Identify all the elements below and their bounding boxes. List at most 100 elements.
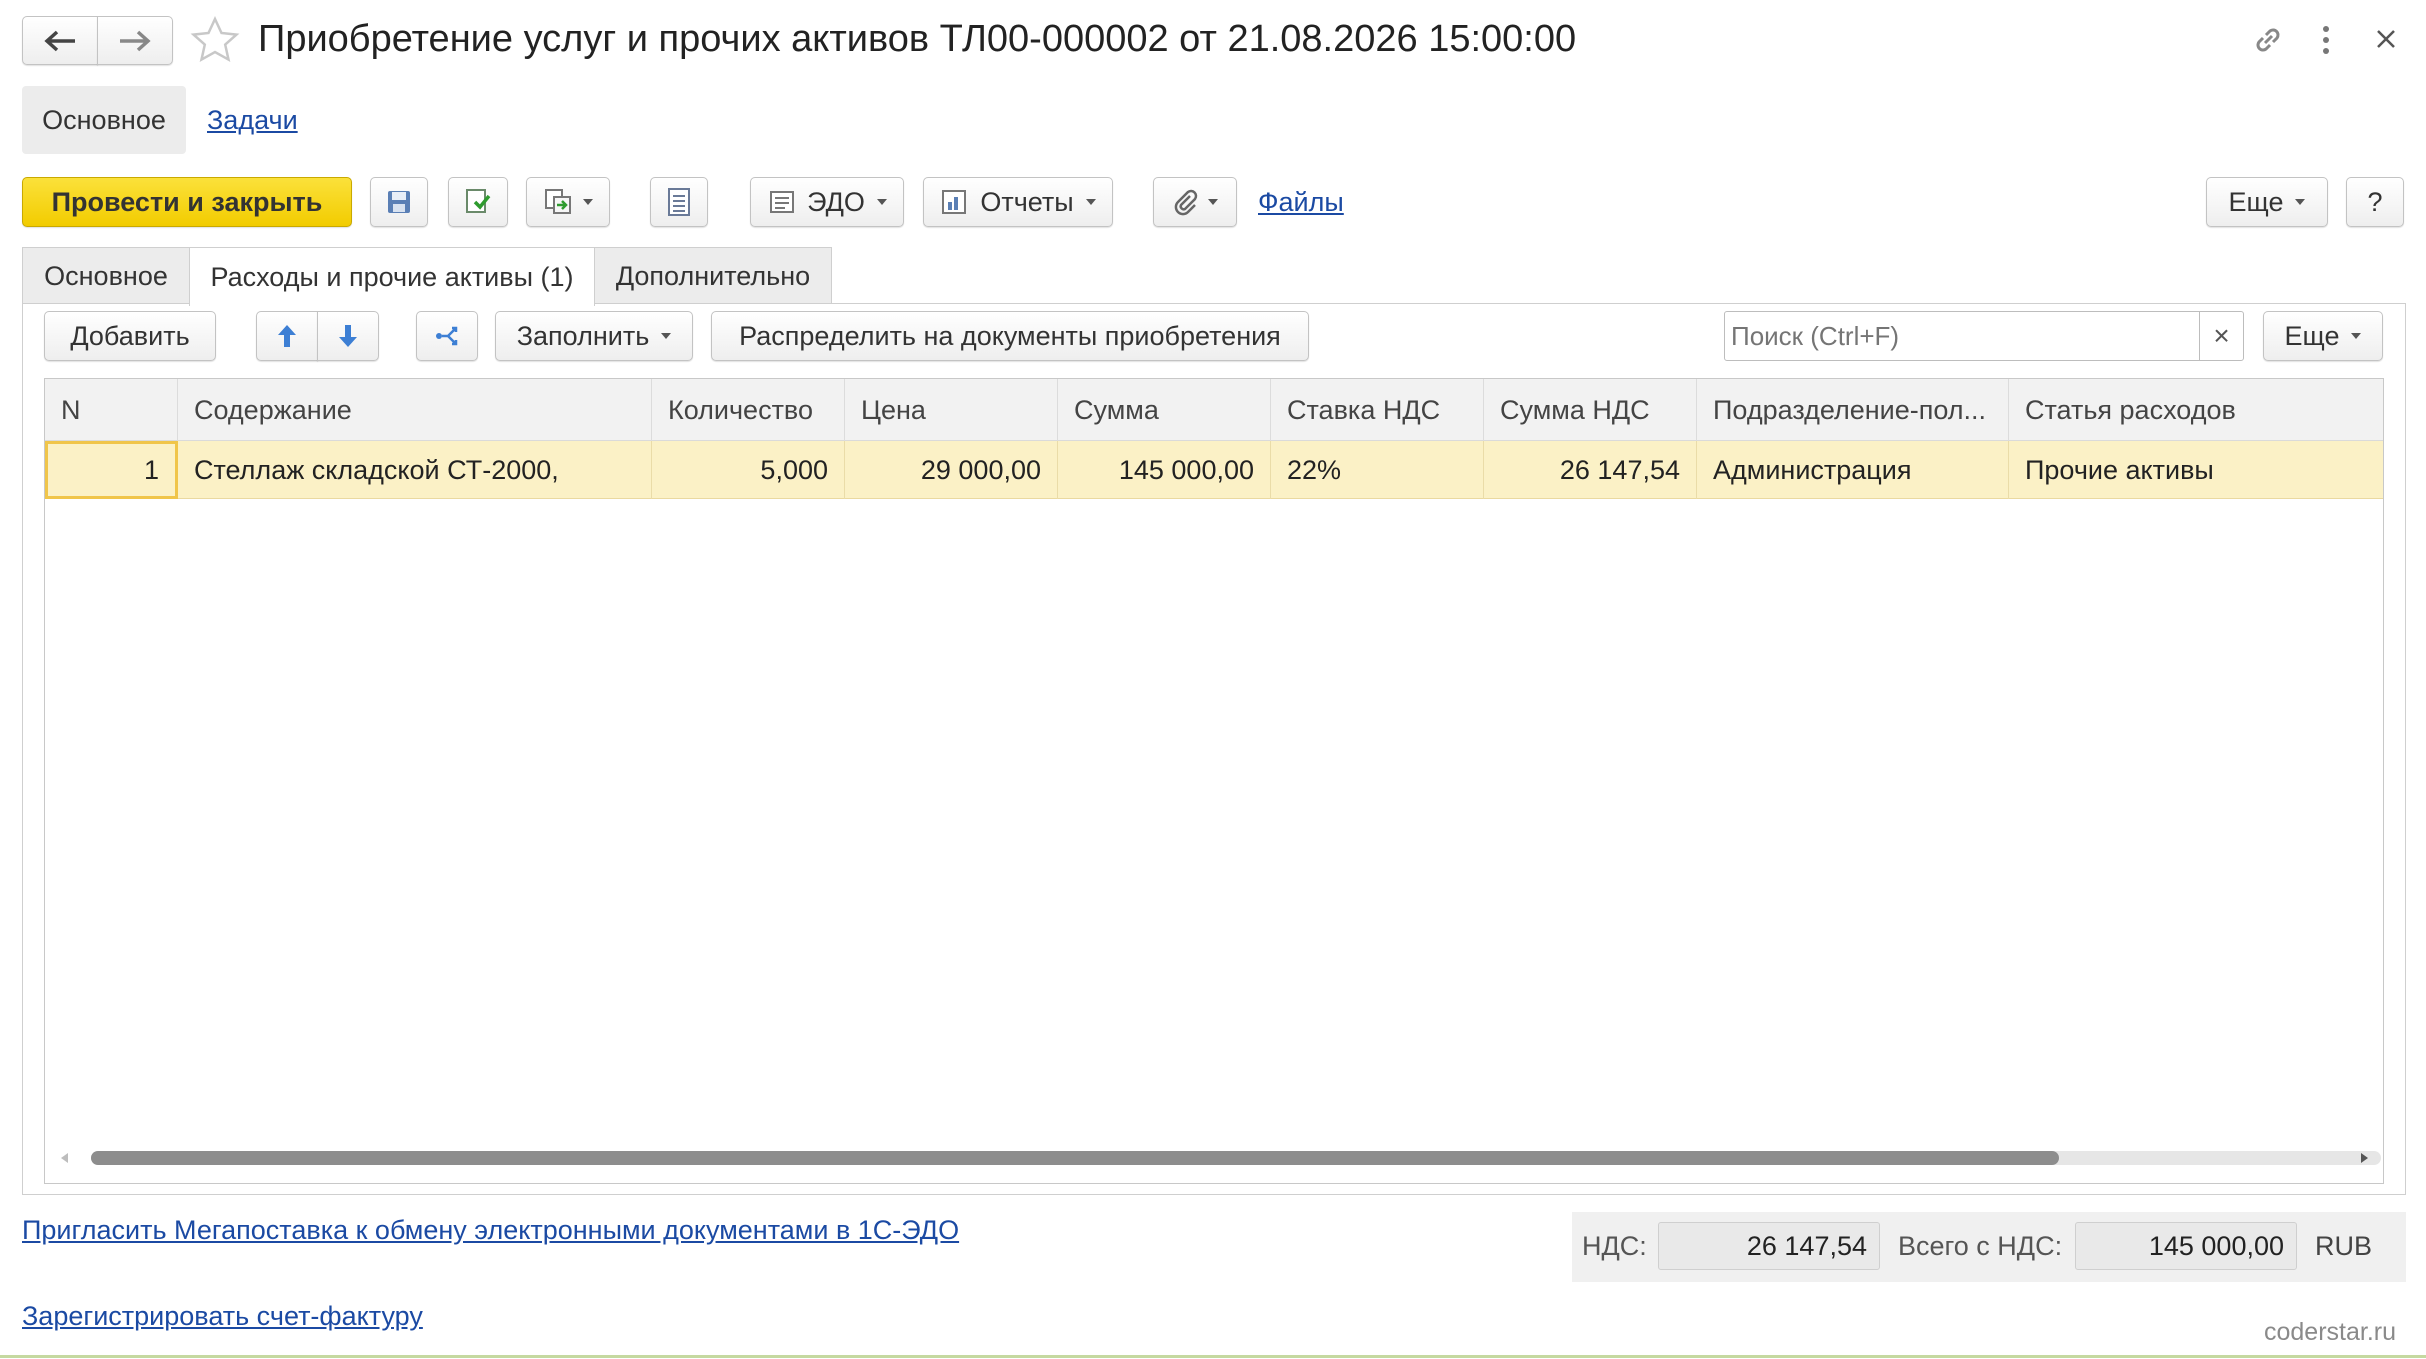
- column-header-n[interactable]: N: [45, 379, 178, 441]
- column-header-expense-item[interactable]: Статья расходов: [2009, 379, 2383, 441]
- chevron-down-icon: [876, 199, 887, 205]
- post-and-close-label: Провести и закрыть: [51, 186, 323, 217]
- table-more-label: Еще: [2284, 320, 2340, 351]
- move-down-button[interactable]: [317, 311, 379, 361]
- scroll-left-icon[interactable]: [61, 1153, 68, 1163]
- expenses-table: N Содержание Количество Цена Сумма Ставк…: [44, 378, 2384, 1184]
- distribute-label: Распределить на документы приобретения: [739, 320, 1281, 351]
- nav-tab-tasks[interactable]: Задачи: [207, 105, 298, 136]
- nav-tab-main-label: Основное: [42, 104, 166, 135]
- favorite-star-icon[interactable]: [190, 16, 240, 71]
- column-header-quantity[interactable]: Количество: [652, 379, 845, 441]
- vat-total-field: 26 147,54: [1658, 1222, 1880, 1270]
- reports-icon: [942, 190, 967, 214]
- more-vertical-icon[interactable]: [2318, 24, 2334, 63]
- window-title: Приобретение услуг и прочих активов ТЛ00…: [258, 18, 1577, 60]
- help-label: ?: [2367, 186, 2383, 217]
- column-header-department[interactable]: Подразделение-пол...: [1697, 379, 2009, 441]
- back-button[interactable]: [22, 16, 98, 65]
- column-header-price[interactable]: Цена: [845, 379, 1058, 441]
- post-and-close-button[interactable]: Провести и закрыть: [22, 177, 352, 227]
- close-icon[interactable]: [2374, 27, 2398, 58]
- search-input[interactable]: [1725, 312, 2199, 360]
- tab-expenses[interactable]: Расходы и прочие активы (1): [189, 247, 595, 306]
- nav-tab-main[interactable]: Основное: [22, 86, 186, 154]
- print-list-button[interactable]: [650, 177, 708, 227]
- search-box: ×: [1724, 311, 2244, 361]
- total-with-vat-label: Всего с НДС:: [1898, 1231, 2063, 1261]
- currency-label: RUB: [2315, 1231, 2373, 1261]
- move-up-button[interactable]: [256, 311, 318, 361]
- watermark: coderstar.ru: [2264, 1318, 2397, 1346]
- save-icon: [388, 191, 410, 213]
- arrow-left-icon: [44, 30, 75, 51]
- column-header-content[interactable]: Содержание: [178, 379, 652, 441]
- cell-vat-rate[interactable]: 22%: [1271, 441, 1484, 499]
- chevron-down-icon: [583, 199, 593, 205]
- chevron-down-icon: [1085, 199, 1096, 205]
- cell-department[interactable]: Администрация: [1697, 441, 2009, 499]
- create-based-on-button[interactable]: [526, 177, 610, 227]
- more-menu-button[interactable]: Еще: [2206, 177, 2328, 227]
- cell-content[interactable]: Стеллаж складской СТ-2000,: [178, 441, 652, 499]
- scrollbar-thumb[interactable]: [91, 1151, 2059, 1165]
- help-button[interactable]: ?: [2346, 177, 2404, 227]
- clear-icon: ×: [2213, 320, 2230, 351]
- table-row[interactable]: 1 Стеллаж складской СТ-2000, 5,000 29 00…: [45, 441, 2383, 499]
- tab-additional-label: Дополнительно: [615, 260, 811, 291]
- save-button[interactable]: [370, 177, 428, 227]
- chevron-down-icon: [2351, 333, 2362, 339]
- fill-menu-button[interactable]: Заполнить: [495, 311, 693, 361]
- edo-menu-button[interactable]: ЭДО: [750, 177, 904, 227]
- create-based-on-icon: [545, 189, 571, 214]
- cell-expense-item[interactable]: Прочие активы: [2009, 441, 2383, 499]
- tab-additional[interactable]: Дополнительно: [594, 247, 832, 304]
- cell-n[interactable]: 1: [45, 441, 178, 499]
- bottom-divider: [0, 1355, 2426, 1358]
- edo-label: ЭДО: [807, 186, 865, 217]
- cell-vat-sum[interactable]: 26 147,54: [1484, 441, 1697, 499]
- chevron-down-icon: [2295, 199, 2306, 205]
- arrow-down-icon: [339, 325, 357, 347]
- column-header-vat-rate[interactable]: Ставка НДС: [1271, 379, 1484, 441]
- register-invoice-link[interactable]: Зарегистрировать счет-фактуру: [22, 1301, 423, 1332]
- more-label: Еще: [2228, 186, 2284, 217]
- tab-main[interactable]: Основное: [22, 247, 190, 304]
- arrow-right-icon: [120, 30, 151, 51]
- cell-sum[interactable]: 145 000,00: [1058, 441, 1271, 499]
- post-document-icon: [466, 189, 491, 213]
- cell-price[interactable]: 29 000,00: [845, 441, 1058, 499]
- split-icon: [436, 326, 458, 346]
- fill-label: Заполнить: [516, 320, 650, 351]
- vat-label: НДС:: [1582, 1231, 1647, 1261]
- chevron-down-icon: [1208, 199, 1218, 205]
- cell-quantity[interactable]: 5,000: [652, 441, 845, 499]
- reports-menu-button[interactable]: Отчеты: [923, 177, 1113, 227]
- horizontal-scrollbar[interactable]: [91, 1151, 2381, 1165]
- post-button[interactable]: [448, 177, 508, 227]
- tab-main-label: Основное: [44, 260, 168, 291]
- attachments-menu-button[interactable]: [1153, 177, 1237, 227]
- document-list-icon: [668, 188, 690, 216]
- table-header: N Содержание Количество Цена Сумма Ставк…: [45, 379, 2383, 441]
- chevron-down-icon: [661, 333, 672, 339]
- column-header-sum[interactable]: Сумма: [1058, 379, 1271, 441]
- add-row-button[interactable]: Добавить: [44, 311, 216, 361]
- column-header-vat-sum[interactable]: Сумма НДС: [1484, 379, 1697, 441]
- clear-search-button[interactable]: ×: [2199, 312, 2243, 360]
- link-icon[interactable]: [2250, 22, 2286, 65]
- reports-label: Отчеты: [980, 186, 1074, 217]
- total-with-vat-field: 145 000,00: [2075, 1222, 2297, 1270]
- files-link[interactable]: Файлы: [1258, 187, 1344, 218]
- table-more-button[interactable]: Еще: [2263, 311, 2383, 361]
- split-row-button[interactable]: [416, 311, 478, 361]
- add-row-label: Добавить: [70, 320, 190, 351]
- tab-expenses-label: Расходы и прочие активы (1): [210, 261, 574, 292]
- invite-edo-link[interactable]: Пригласить Мегапоставка к обмену электро…: [22, 1215, 959, 1246]
- forward-button[interactable]: [97, 16, 173, 65]
- scroll-right-icon[interactable]: [2361, 1153, 2368, 1163]
- paperclip-icon: [1174, 189, 1198, 216]
- arrow-up-icon: [278, 325, 296, 347]
- edo-icon: [770, 191, 795, 213]
- distribute-button[interactable]: Распределить на документы приобретения: [711, 311, 1309, 361]
